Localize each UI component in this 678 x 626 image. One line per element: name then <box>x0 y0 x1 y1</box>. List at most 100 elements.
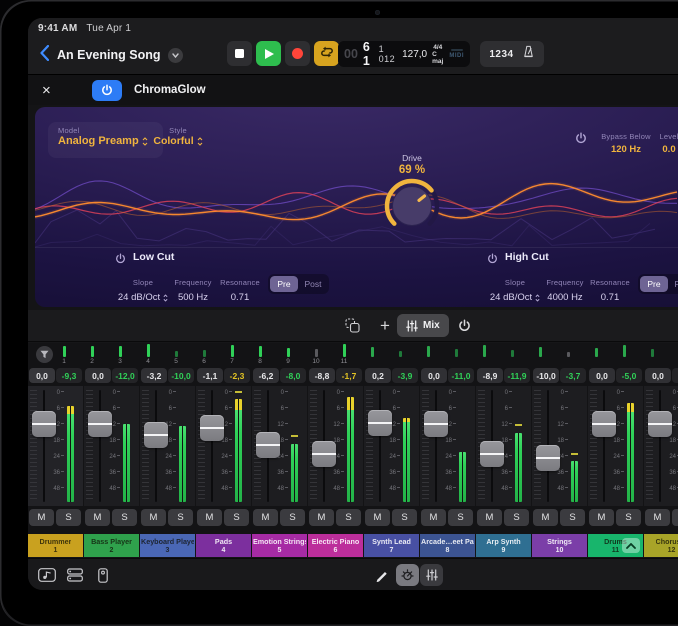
add-track-button[interactable]: + <box>374 314 396 337</box>
fader-handle[interactable] <box>32 411 56 437</box>
model-selector[interactable]: Model Analog Preamp <box>48 122 163 158</box>
high-cut-pre-button[interactable]: Pre <box>640 276 668 292</box>
solo-button[interactable]: S <box>336 509 361 526</box>
channel-peak-value[interactable]: -3,7 <box>560 368 586 383</box>
track-overview-row[interactable]: 1234567891011 <box>28 343 678 366</box>
channel-peak-value[interactable] <box>672 368 678 383</box>
song-menu-chevron-icon[interactable] <box>168 48 183 63</box>
fader-handle[interactable] <box>480 441 504 467</box>
drive-knob[interactable] <box>377 176 447 238</box>
track-list-button[interactable] <box>64 565 86 585</box>
low-cut-post-button[interactable]: Post <box>299 276 327 292</box>
fader-handle[interactable] <box>312 441 336 467</box>
level-control[interactable]: Level 0.0 <box>647 126 678 155</box>
fader-handle[interactable] <box>368 410 392 436</box>
track-name-band[interactable]: Drums11 <box>588 534 643 557</box>
channel-peak-value[interactable]: -5,0 <box>616 368 642 383</box>
low-cut-resonance-control[interactable]: Resonance0.71 <box>215 272 265 303</box>
fader-handle[interactable] <box>256 432 280 458</box>
channel-peak-value[interactable]: -3,9 <box>392 368 418 383</box>
lcd-display[interactable]: 00 6 1 1 012 127,0 4/4C maj MIDI <box>338 41 470 67</box>
solo-button[interactable]: S <box>504 509 529 526</box>
channel-peak-value[interactable]: -11,9 <box>504 368 530 383</box>
mixer-power-button[interactable] <box>452 314 476 337</box>
edit-pencil-button[interactable] <box>372 565 392 585</box>
count-in-button[interactable]: 1234 <box>489 49 513 60</box>
close-plugin-button[interactable]: × <box>42 83 51 98</box>
mute-button[interactable]: M <box>85 509 110 526</box>
keyboard-button[interactable] <box>92 565 114 585</box>
fader-handle[interactable] <box>592 411 616 437</box>
fader-handle[interactable] <box>88 411 112 437</box>
solo-button[interactable]: S <box>224 509 249 526</box>
solo-button[interactable]: S <box>560 509 585 526</box>
fader-handle[interactable] <box>536 445 560 471</box>
solo-button[interactable]: S <box>448 509 473 526</box>
track-name-band[interactable]: Arcade…eet Pad8 <box>420 534 475 557</box>
channel-peak-value[interactable]: -10,0 <box>168 368 194 383</box>
solo-button[interactable]: S <box>168 509 193 526</box>
channel-peak-value[interactable]: -11,0 <box>448 368 474 383</box>
play-button[interactable] <box>256 41 281 66</box>
duplicate-button[interactable] <box>340 314 364 337</box>
record-button[interactable] <box>285 41 310 66</box>
low-cut-power-button[interactable] <box>115 251 126 269</box>
drive-knob-group[interactable]: Drive 69 % <box>377 153 447 243</box>
channel-volume-value[interactable]: -1,1 <box>197 368 223 383</box>
mute-button[interactable]: M <box>197 509 222 526</box>
channel-volume-value[interactable]: 0,2 <box>365 368 391 383</box>
mute-button[interactable]: M <box>309 509 334 526</box>
fader-handle[interactable] <box>648 411 672 437</box>
channel-volume-value[interactable]: 0,0 <box>421 368 447 383</box>
track-name-band[interactable]: Synth Lead7 <box>364 534 419 557</box>
channel-peak-value[interactable]: -12,0 <box>112 368 138 383</box>
high-cut-power-button[interactable] <box>487 251 498 269</box>
track-name-band[interactable]: Drummer1 <box>28 534 83 557</box>
channel-volume-value[interactable]: -6,2 <box>253 368 279 383</box>
faders-view-button[interactable] <box>420 564 443 586</box>
solo-button[interactable]: S <box>616 509 641 526</box>
track-name-band[interactable]: Keyboard Player3 <box>140 534 195 557</box>
channel-volume-value[interactable]: -8,8 <box>309 368 335 383</box>
bypass-power-button[interactable] <box>575 131 587 149</box>
controls-knob-view-button[interactable] <box>396 564 419 586</box>
channel-volume-value[interactable]: -3,2 <box>141 368 167 383</box>
channel-peak-value[interactable]: -8,0 <box>280 368 306 383</box>
mute-button[interactable]: M <box>533 509 558 526</box>
loop-browser-button[interactable] <box>36 565 58 585</box>
back-button[interactable] <box>40 45 49 66</box>
high-cut-resonance-control[interactable]: Resonance0.71 <box>585 272 635 303</box>
song-title[interactable]: An Evening Song <box>57 48 160 62</box>
mute-button[interactable]: M <box>253 509 278 526</box>
mute-button[interactable]: M <box>29 509 54 526</box>
track-name-band[interactable]: Bass Player2 <box>84 534 139 557</box>
channel-peak-value[interactable]: -9,3 <box>56 368 82 383</box>
track-collapse-button[interactable] <box>622 538 640 553</box>
low-cut-frequency-control[interactable]: Frequency500 Hz <box>163 272 223 303</box>
channel-volume-value[interactable]: -10,0 <box>533 368 559 383</box>
track-name-band[interactable]: Emotion Strings5 <box>252 534 307 557</box>
track-name-band[interactable]: Pads4 <box>196 534 251 557</box>
mute-button[interactable]: M <box>141 509 166 526</box>
channel-volume-value[interactable]: -8,9 <box>477 368 503 383</box>
mute-button[interactable]: M <box>645 509 670 526</box>
channel-volume-value[interactable]: 0,0 <box>589 368 615 383</box>
track-name-band[interactable]: Electric Piano6 <box>308 534 363 557</box>
solo-button[interactable]: S <box>280 509 305 526</box>
channel-peak-value[interactable]: -2,3 <box>224 368 250 383</box>
stop-button[interactable] <box>227 41 252 66</box>
solo-button[interactable]: S <box>112 509 137 526</box>
fader-handle[interactable] <box>144 422 168 448</box>
fader-handle[interactable] <box>424 411 448 437</box>
channel-peak-value[interactable]: -1,7 <box>336 368 362 383</box>
track-name-band[interactable]: Strings10 <box>532 534 587 557</box>
track-name-band[interactable]: Arp Synth9 <box>476 534 531 557</box>
high-cut-post-button[interactable]: Post <box>669 276 678 292</box>
low-cut-pre-button[interactable]: Pre <box>270 276 298 292</box>
mute-button[interactable]: M <box>365 509 390 526</box>
metronome-icon[interactable] <box>522 45 535 63</box>
mute-button[interactable]: M <box>477 509 502 526</box>
solo-button[interactable]: S <box>392 509 417 526</box>
mix-button[interactable]: Mix <box>397 314 449 337</box>
channel-volume-value[interactable]: 0,0 <box>645 368 671 383</box>
